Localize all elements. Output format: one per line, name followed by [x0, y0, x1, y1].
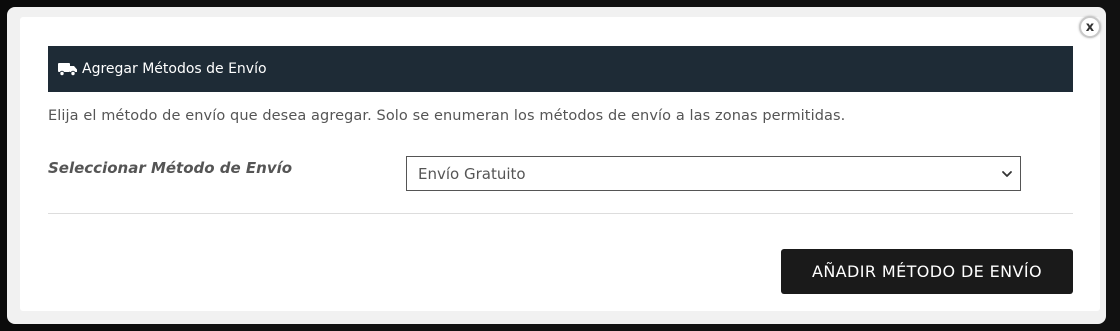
close-icon: x — [1085, 19, 1095, 35]
divider — [48, 213, 1073, 214]
add-shipping-method-button[interactable]: AÑADIR MÉTODO DE ENVÍO — [781, 249, 1073, 294]
dialog-title: Agregar Métodos de Envío — [82, 61, 267, 77]
shipping-method-label: Seleccionar Método de Envío — [48, 159, 293, 177]
shipping-method-selected-value: Envío Gratuito — [418, 164, 526, 183]
dialog-description: Elija el método de envío que desea agreg… — [48, 108, 846, 124]
dialog-header: Agregar Métodos de Envío — [48, 46, 1073, 92]
shipping-method-select[interactable]: Envío Gratuito — [406, 156, 1021, 191]
close-button[interactable]: x — [1079, 16, 1101, 38]
chevron-down-icon — [1001, 168, 1013, 180]
truck-icon — [58, 62, 78, 76]
